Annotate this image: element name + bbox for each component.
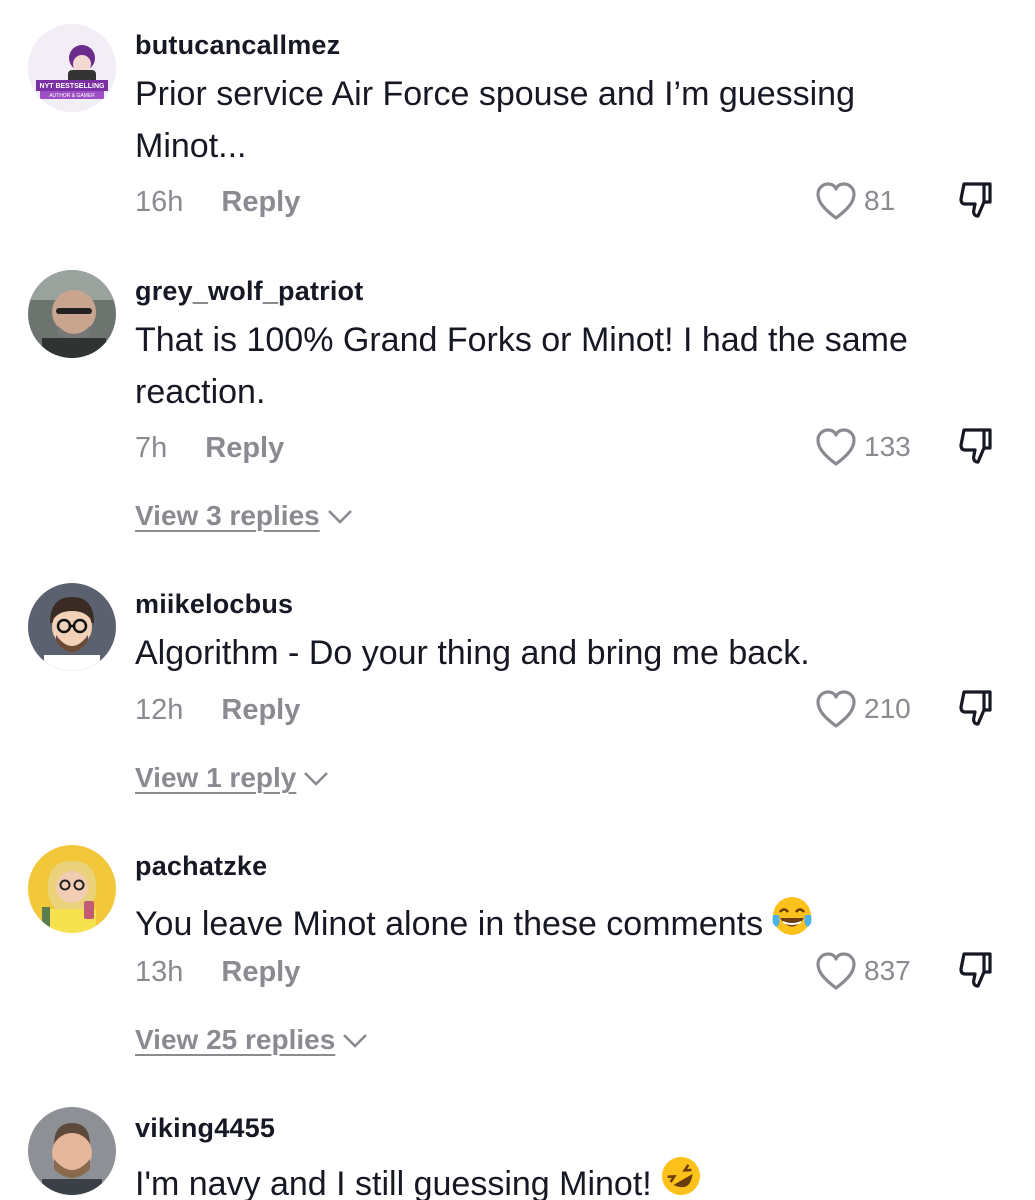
like-count: 81: [864, 185, 896, 216]
comment-time: 16h: [135, 185, 184, 218]
comment-meta: 7h Reply: [135, 426, 284, 470]
heart-icon: [816, 182, 856, 220]
view-replies-button[interactable]: View 1 reply: [135, 758, 330, 798]
comment-meta: 12h Reply: [135, 688, 300, 732]
reply-button[interactable]: Reply: [221, 956, 300, 989]
comment-text-content: I'm navy and I still guessing Minot!: [135, 1165, 652, 1200]
dislike-icon[interactable]: [956, 686, 1000, 730]
comment-username[interactable]: pachatzke: [135, 851, 267, 882]
dislike-icon[interactable]: [956, 178, 1000, 222]
comment-time: 13h: [135, 955, 184, 988]
reply-button[interactable]: Reply: [221, 694, 300, 727]
chevron-down-icon: [343, 1034, 368, 1048]
avatar[interactable]: [28, 270, 116, 358]
dislike-icon[interactable]: [956, 948, 1000, 992]
comment-username[interactable]: grey_wolf_patriot: [135, 276, 363, 307]
rolling-on-floor-laughing-emoji-icon: [661, 1157, 700, 1195]
avatar[interactable]: NYT BESTSELLING AUTHOR & GAMER: [28, 24, 116, 112]
like-count: 210: [864, 693, 911, 724]
comment-text: You leave Minot alone in these comments: [135, 893, 995, 950]
chevron-down-icon: [304, 772, 329, 786]
heart-icon: [816, 428, 856, 466]
svg-text:AUTHOR & GAMER: AUTHOR & GAMER: [49, 93, 95, 99]
view-replies-label: View 1 reply: [135, 762, 297, 793]
comment-text: I'm navy and I still guessing Minot!: [135, 1153, 995, 1200]
heart-icon: [816, 690, 856, 728]
reply-button[interactable]: Reply: [221, 186, 300, 219]
comment-time: 7h: [135, 431, 168, 464]
comment-username[interactable]: miikelocbus: [135, 589, 293, 620]
like-button[interactable]: 210: [814, 687, 911, 731]
comment-username[interactable]: butucancallmez: [135, 30, 340, 61]
comment-text: Algorithm - Do your thing and bring me b…: [135, 634, 810, 672]
avatar[interactable]: [28, 845, 116, 933]
avatar[interactable]: [28, 583, 116, 671]
comment-text: Prior service Air Force spouse and I’m g…: [135, 75, 855, 165]
comment-text: That is 100% Grand Forks or Minot! I had…: [135, 321, 908, 411]
like-count: 133: [864, 431, 911, 462]
comment-meta: 13h Reply: [135, 950, 300, 994]
chevron-down-icon: [327, 510, 352, 524]
like-button[interactable]: 837: [814, 949, 911, 993]
avatar[interactable]: [28, 1107, 116, 1195]
reply-button[interactable]: Reply: [205, 432, 284, 465]
comment-username[interactable]: viking4455: [135, 1113, 275, 1144]
view-replies-button[interactable]: View 25 replies: [135, 1020, 369, 1060]
dislike-icon[interactable]: [956, 424, 1000, 468]
comment-meta: 16h Reply: [135, 180, 300, 224]
like-button[interactable]: 81: [814, 179, 895, 223]
view-replies-label: View 3 replies: [135, 500, 320, 531]
like-count: 837: [864, 955, 911, 986]
comment-time: 12h: [135, 693, 184, 726]
view-replies-button[interactable]: View 3 replies: [135, 496, 354, 536]
svg-text:NYT BESTSELLING: NYT BESTSELLING: [40, 83, 106, 90]
heart-icon: [816, 952, 856, 990]
comment-text-content: You leave Minot alone in these comments: [135, 905, 764, 943]
view-replies-label: View 25 replies: [135, 1024, 336, 1055]
like-button[interactable]: 133: [814, 425, 911, 469]
tears-of-joy-emoji-icon: [772, 897, 812, 935]
